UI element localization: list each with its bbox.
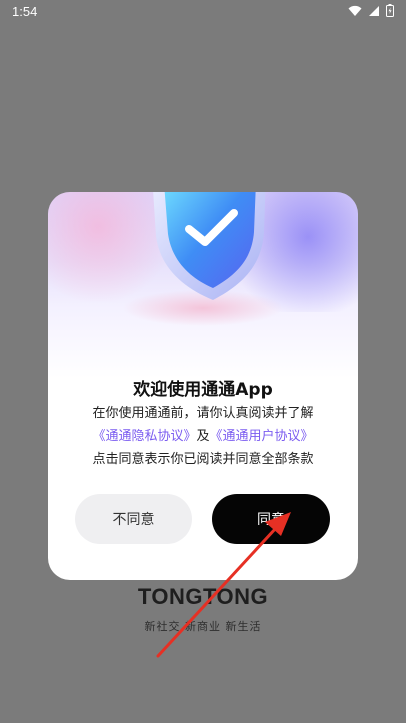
dialog-body: 在你使用通通前，请你认真阅读并了解 《通通隐私协议》及《通通用户协议》 点击同意…	[48, 402, 358, 471]
consent-note: 点击同意表示你已阅读并同意全部条款	[92, 452, 314, 467]
dialog-title: 欢迎使用通通App	[133, 380, 273, 400]
disagree-button[interactable]: 不同意	[75, 494, 192, 544]
status-icons	[348, 4, 394, 17]
brand-block: TONGTONG 新社交 新商业 新生活	[0, 584, 406, 634]
intro-text: 在你使用通通前，请你认真阅读并了解	[92, 406, 314, 421]
privacy-policy-link[interactable]: 《通通隐私协议》	[92, 429, 196, 444]
status-bar: 1:54	[0, 0, 406, 24]
signal-icon	[369, 5, 379, 16]
battery-icon	[386, 4, 394, 17]
shield-check-icon	[153, 192, 266, 300]
agree-button[interactable]: 同意	[212, 494, 330, 544]
shield-illustration	[48, 192, 358, 342]
and-text: 及	[196, 429, 210, 444]
status-time: 1:54	[12, 4, 38, 19]
agreement-links-line: 《通通隐私协议》及《通通用户协议》	[48, 425, 358, 448]
brand-slogan: 新社交 新商业 新生活	[144, 620, 262, 633]
wifi-icon	[348, 5, 362, 16]
brand-logo: TONGTONG	[137, 584, 269, 609]
privacy-consent-dialog: 欢迎使用通通App 在你使用通通前，请你认真阅读并了解 《通通隐私协议》及《通通…	[48, 192, 358, 580]
agree-button-label: 同意	[257, 512, 285, 528]
user-agreement-link[interactable]: 《通通用户协议》	[210, 429, 314, 444]
disagree-button-label: 不同意	[112, 512, 155, 528]
